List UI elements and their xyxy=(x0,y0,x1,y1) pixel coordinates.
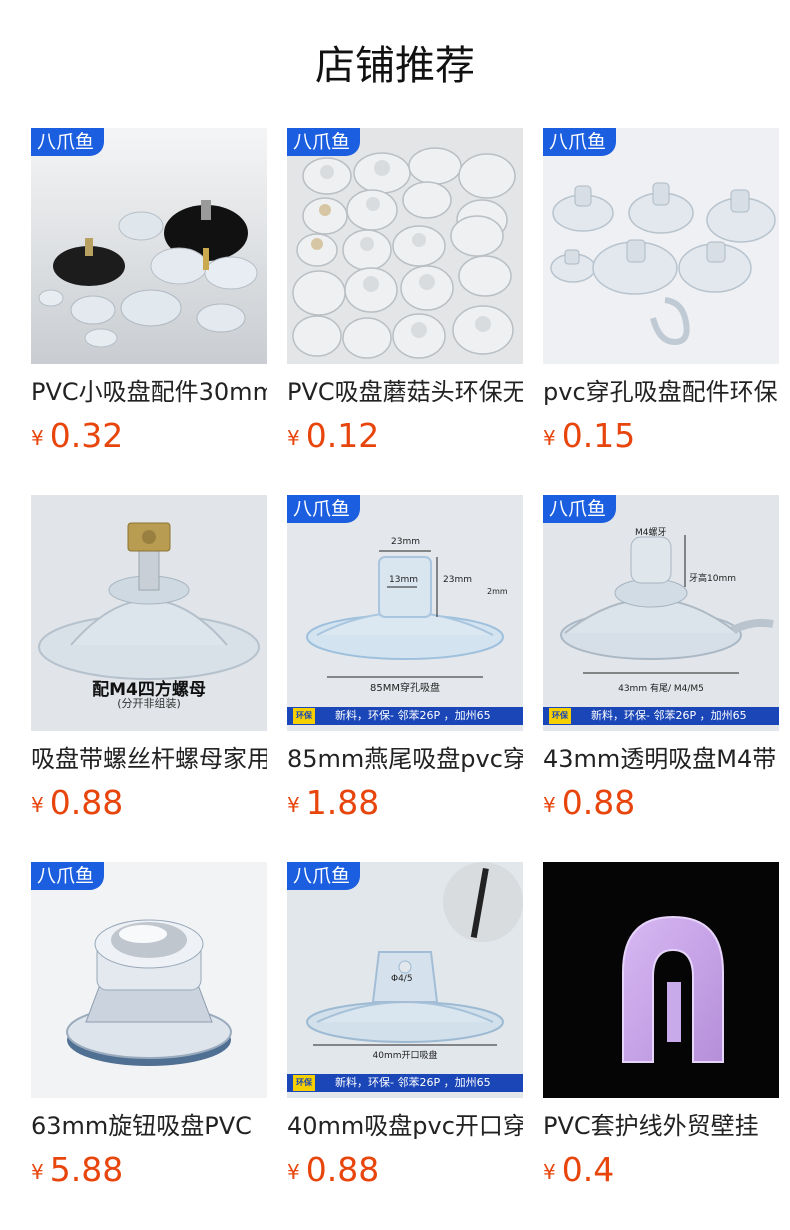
product-image[interactable]: 八爪鱼 M4螺牙 牙高10mm 43mm 有尾/ M4/M5 环保 新料，环保-… xyxy=(543,495,779,731)
price-value: 0.4 xyxy=(561,1150,615,1189)
brand-badge: 八爪鱼 xyxy=(287,128,361,156)
product-price: ¥0.4 xyxy=(543,1150,614,1190)
suction-cups-image xyxy=(543,128,779,364)
currency-symbol: ¥ xyxy=(287,1160,300,1184)
suction-cups-image xyxy=(287,128,523,364)
product-name[interactable]: PVC套护线外贸壁挂 xyxy=(543,1110,779,1142)
knob-suction-cup-image xyxy=(31,862,267,1098)
product-name[interactable]: 63mm旋钮吸盘PVC xyxy=(31,1110,267,1142)
currency-symbol: ¥ xyxy=(31,793,44,817)
product-image[interactable]: 八爪鱼 23mm 13mm 23mm 2mm 85MM穿孔吸盘 环保 新料，环保… xyxy=(287,495,523,731)
product-price: ¥0.12 xyxy=(287,416,379,456)
product-price: ¥0.88 xyxy=(543,783,635,823)
product-name[interactable]: 43mm透明吸盘M4带 xyxy=(543,743,779,775)
product-image[interactable]: 八爪鱼 xyxy=(31,862,267,1098)
strip-tag: 环保 xyxy=(296,711,312,720)
strip-tag: 环保 xyxy=(552,711,568,720)
brand-badge: 八爪鱼 xyxy=(31,862,105,890)
product-price: ¥0.88 xyxy=(31,783,123,823)
product-name[interactable]: PVC小吸盘配件30mm xyxy=(31,376,267,408)
product-name[interactable]: PVC吸盘蘑菇头环保无 xyxy=(287,376,523,408)
image-caption: 40mm开口吸盘 xyxy=(372,1051,438,1061)
suction-cup-image xyxy=(287,495,523,731)
dimension-label: 23mm xyxy=(391,537,420,547)
brand-badge: 八爪鱼 xyxy=(543,495,617,523)
currency-symbol: ¥ xyxy=(543,1160,556,1184)
product-image[interactable] xyxy=(543,862,779,1098)
price-value: 5.88 xyxy=(49,1150,124,1189)
currency-symbol: ¥ xyxy=(287,426,300,450)
product-name[interactable]: 吸盘带螺丝杆螺母家用 xyxy=(31,743,267,775)
currency-symbol: ¥ xyxy=(287,793,300,817)
brand-badge: 八爪鱼 xyxy=(287,495,361,523)
image-caption: 43mm 有尾/ M4/M5 xyxy=(618,684,704,694)
dimension-label: 23mm xyxy=(443,575,472,585)
price-value: 0.88 xyxy=(561,783,636,822)
price-value: 0.15 xyxy=(561,416,636,455)
dimension-label: 牙高10mm xyxy=(689,574,736,584)
product-name[interactable]: 85mm燕尾吸盘pvc穿 xyxy=(287,743,523,775)
currency-symbol: ¥ xyxy=(31,426,44,450)
price-value: 0.32 xyxy=(49,416,124,455)
image-subcaption: (分开非组装) xyxy=(117,697,181,710)
price-value: 0.88 xyxy=(49,783,124,822)
price-value: 0.88 xyxy=(305,1150,380,1189)
product-name[interactable]: 40mm吸盘pvc开口穿 xyxy=(287,1110,523,1142)
dimension-label: 2mm xyxy=(487,587,508,596)
product-image[interactable]: 八爪鱼 xyxy=(31,128,267,364)
brand-badge: 八爪鱼 xyxy=(31,128,105,156)
brand-badge: 八爪鱼 xyxy=(287,862,361,890)
dimension-label: Φ4/5 xyxy=(391,974,413,984)
product-price: ¥5.88 xyxy=(31,1150,123,1190)
material-strip: 新料，环保- 邻苯26P ，加州65 xyxy=(335,709,491,722)
currency-symbol: ¥ xyxy=(31,1160,44,1184)
product-price: ¥0.32 xyxy=(31,416,123,456)
cable-clip-image xyxy=(543,862,779,1098)
image-caption: 85MM穿孔吸盘 xyxy=(370,683,440,694)
product-price: ¥0.88 xyxy=(287,1150,379,1190)
price-value: 1.88 xyxy=(305,783,380,822)
page-title: 店铺推荐 xyxy=(315,43,475,89)
product-image[interactable]: 八爪鱼 Φ4/5 40mm开口吸盘 环保 新料，环保- 邻苯26P ，加州65 xyxy=(287,862,523,1098)
strip-tag: 环保 xyxy=(296,1078,312,1087)
material-strip: 新料，环保- 邻苯26P ，加州65 xyxy=(591,709,747,722)
product-image[interactable]: 配M4四方螺母 (分开非组装) xyxy=(31,495,267,731)
product-name[interactable]: pvc穿孔吸盘配件环保 xyxy=(543,376,779,408)
brand-badge: 八爪鱼 xyxy=(543,128,617,156)
product-image[interactable]: 八爪鱼 xyxy=(287,128,523,364)
currency-symbol: ¥ xyxy=(543,793,556,817)
price-value: 0.12 xyxy=(305,416,380,455)
suction-cups-image xyxy=(31,128,267,364)
product-price: ¥1.88 xyxy=(287,783,379,823)
product-price: ¥0.15 xyxy=(543,416,635,456)
material-strip: 新料，环保- 邻苯26P ，加州65 xyxy=(335,1076,491,1089)
product-image[interactable]: 八爪鱼 xyxy=(543,128,779,364)
currency-symbol: ¥ xyxy=(543,426,556,450)
dimension-label: 13mm xyxy=(389,575,418,585)
dimension-label: M4螺牙 xyxy=(635,528,667,538)
